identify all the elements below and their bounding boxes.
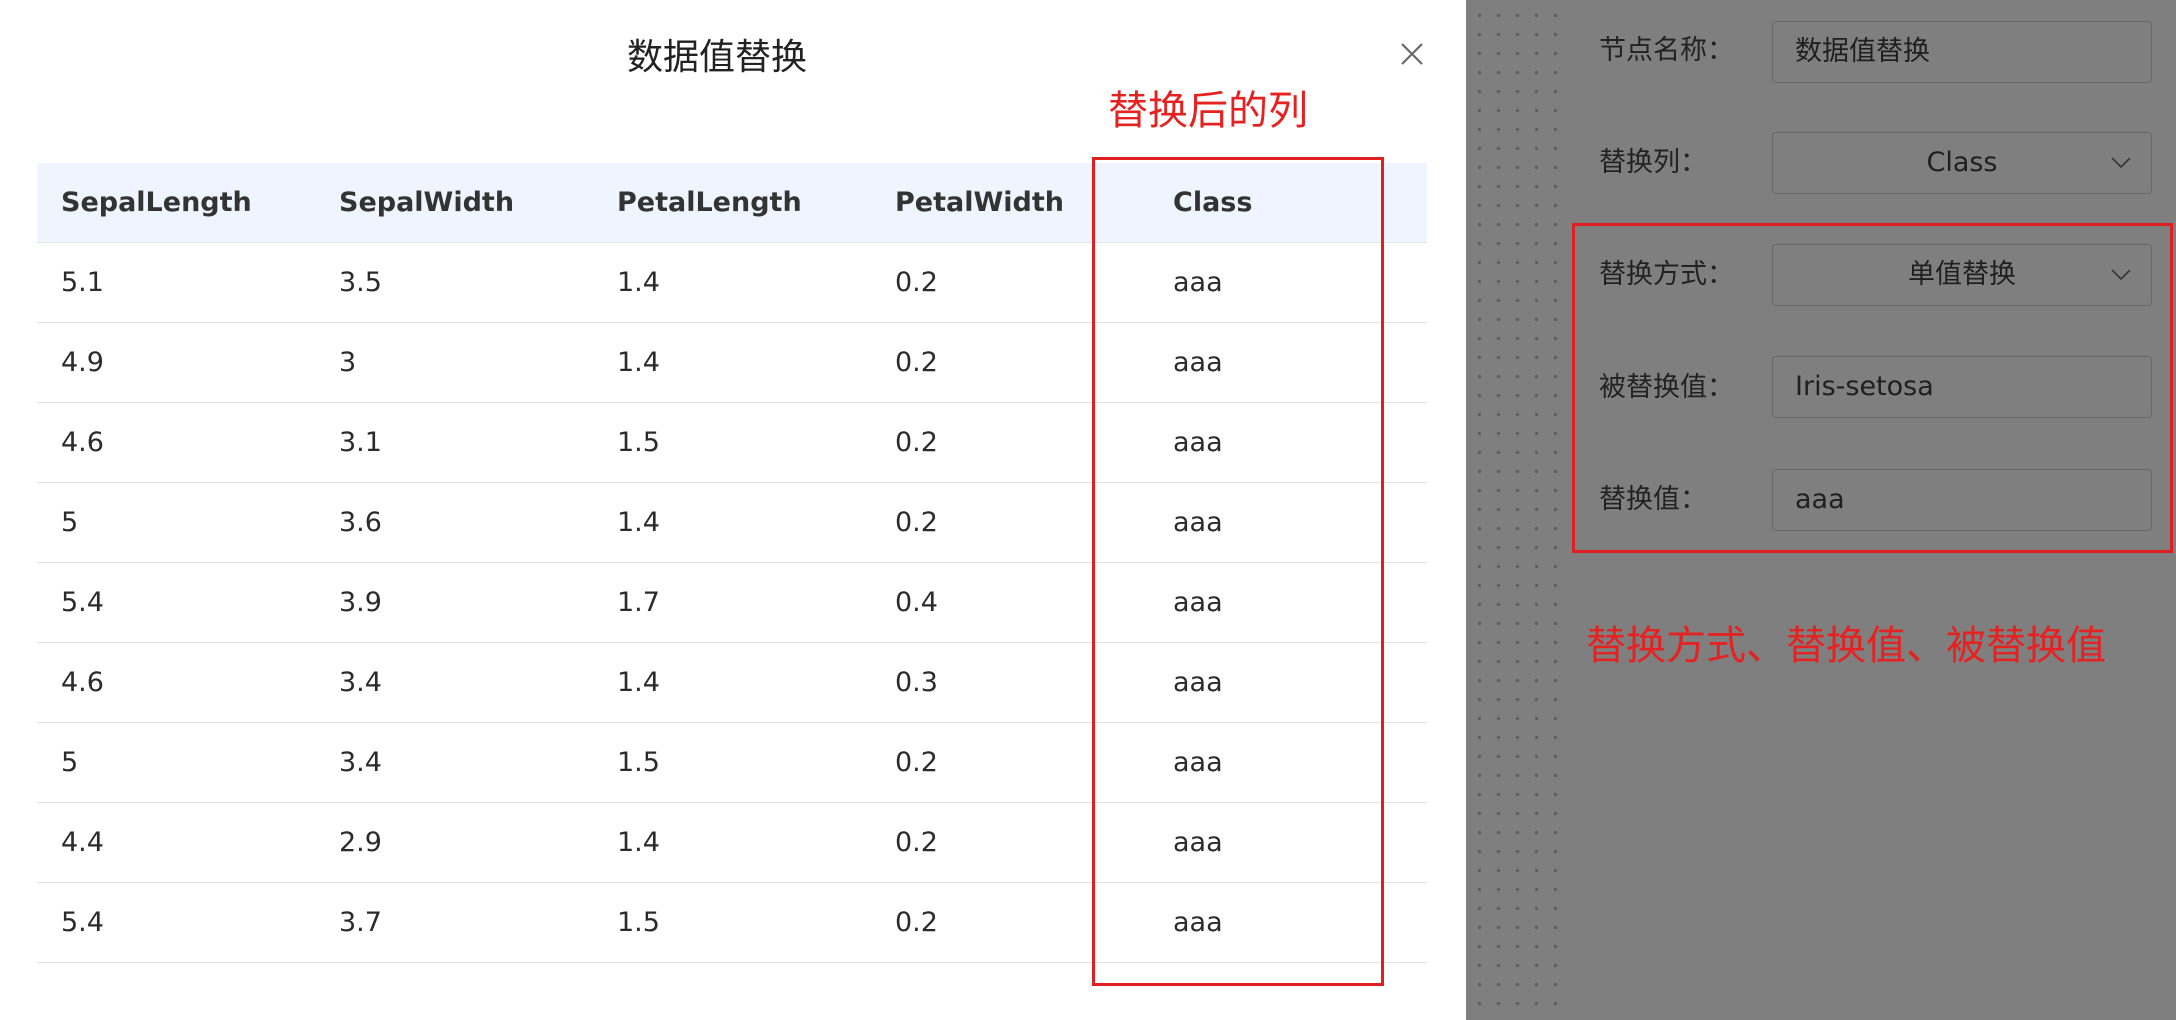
annotation-fields-note: 替换方式、替换值、被替换值 bbox=[1586, 623, 2106, 669]
table-cell: 1.4 bbox=[617, 667, 660, 698]
column-header[interactable]: SepalWidth bbox=[315, 187, 593, 218]
canvas-dot-grid bbox=[1466, 0, 1572, 1020]
table-cell: 1.4 bbox=[617, 347, 660, 378]
table-cell: 4.9 bbox=[61, 347, 104, 378]
table-cell: 1.5 bbox=[617, 747, 660, 778]
table-cell: 3.1 bbox=[339, 427, 382, 458]
table-cell: 3.6 bbox=[339, 507, 382, 538]
table-cell: 5.1 bbox=[61, 267, 104, 298]
annotation-box-fields bbox=[1572, 223, 2173, 553]
table-cell: 3.5 bbox=[339, 267, 382, 298]
table-cell: 5 bbox=[61, 747, 79, 778]
table-cell: 1.5 bbox=[617, 907, 660, 938]
table-cell: 5.4 bbox=[61, 907, 104, 938]
replace-column-value: Class bbox=[1926, 147, 1998, 178]
table-cell: 1.4 bbox=[617, 267, 660, 298]
column-header[interactable]: SepalLength bbox=[37, 187, 315, 218]
table-cell: 1.7 bbox=[617, 587, 660, 618]
table-cell: 1.4 bbox=[617, 507, 660, 538]
replace-column-select[interactable]: Class bbox=[1772, 132, 2152, 194]
table-cell: 2.9 bbox=[339, 827, 382, 858]
column-header[interactable]: PetalLength bbox=[593, 187, 871, 218]
table-cell: 3 bbox=[339, 347, 357, 378]
properties-panel-overlay: 节点名称： 数据值替换 替换列： Class 替换方式： 单值替换 被替换值： … bbox=[1466, 0, 2176, 1020]
replace-column-label: 替换列： bbox=[1599, 147, 1707, 178]
close-icon[interactable] bbox=[1398, 40, 1426, 68]
table-cell: 4.6 bbox=[61, 667, 104, 698]
table-cell: 3.4 bbox=[339, 747, 382, 778]
table-cell: 5.4 bbox=[61, 587, 104, 618]
table-cell: 3.7 bbox=[339, 907, 382, 938]
table-cell: 3.9 bbox=[339, 587, 382, 618]
table-cell: 4.4 bbox=[61, 827, 104, 858]
table-cell: 5 bbox=[61, 507, 79, 538]
table-cell: 1.5 bbox=[617, 427, 660, 458]
node-name-input[interactable]: 数据值替换 bbox=[1772, 21, 2152, 83]
node-name-label: 节点名称： bbox=[1599, 35, 1734, 66]
modal-title: 数据值替换 bbox=[626, 37, 807, 78]
table-cell: 4.6 bbox=[61, 427, 104, 458]
chevron-down-icon bbox=[2111, 157, 2131, 169]
table-cell: 3.4 bbox=[339, 667, 382, 698]
annotation-box-column bbox=[1092, 157, 1384, 986]
annotation-column-note: 替换后的列 bbox=[1108, 88, 1308, 134]
table-cell: 1.4 bbox=[617, 827, 660, 858]
